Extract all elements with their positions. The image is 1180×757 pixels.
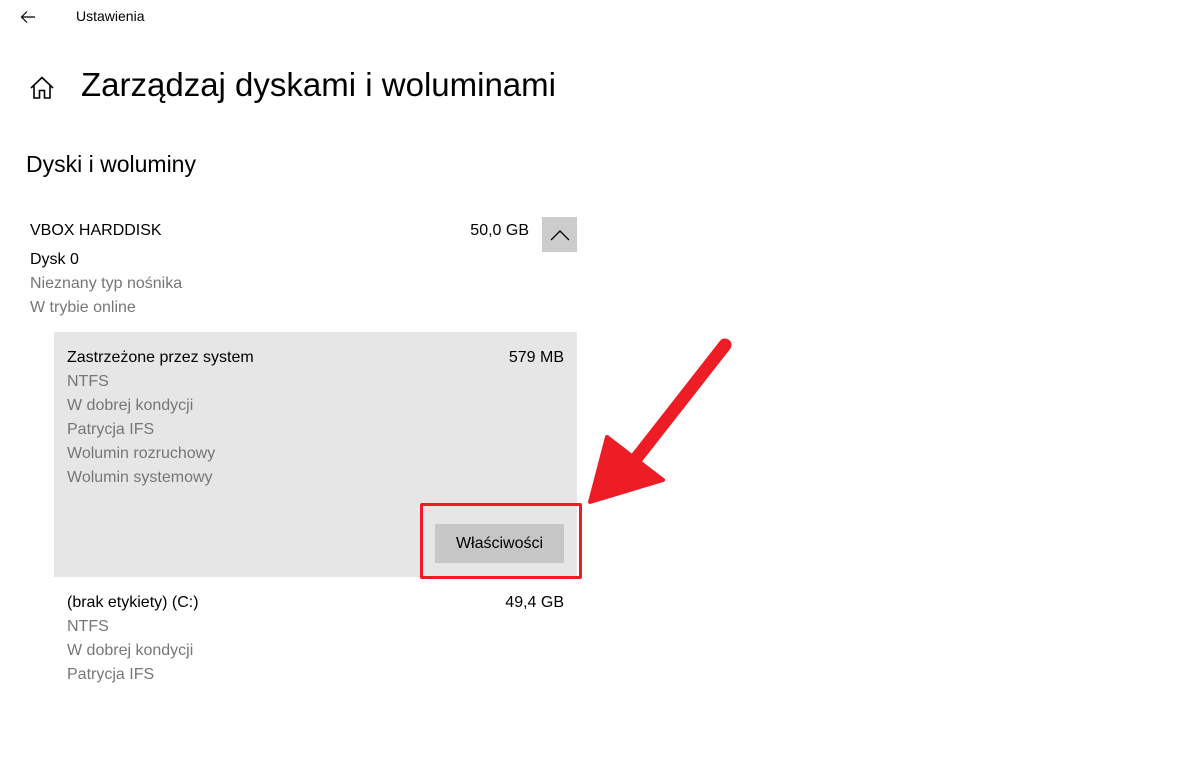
arrow-left-icon — [20, 11, 35, 23]
disk-name: VBOX HARDDISK — [30, 222, 162, 239]
volume-name: (brak etykiety) (C:) — [67, 594, 199, 611]
volume-name: Zastrzeżone przez system — [67, 349, 254, 366]
page-title: Zarządzaj dyskami i woluminami — [81, 66, 556, 103]
disk-size: 50,0 GB — [470, 222, 529, 239]
disk-number: Dysk 0 — [30, 251, 79, 268]
volume-filesystem: NTFS — [67, 373, 109, 390]
volume-item-c-drive[interactable]: (brak etykiety) (C:) 49,4 GB NTFS W dobr… — [54, 590, 577, 690]
volume-partition-type: Patrycja IFS — [67, 666, 155, 683]
volume-system-flag: Wolumin systemowy — [67, 469, 213, 486]
app-title: Ustawienia — [76, 8, 145, 24]
properties-button[interactable]: Właściwości — [435, 524, 564, 563]
volume-size: 49,4 GB — [505, 594, 564, 611]
volume-health: W dobrej kondycji — [67, 397, 194, 414]
back-button[interactable] — [12, 4, 44, 30]
disk-status: W trybie online — [30, 299, 136, 316]
volume-partition-type: Patrycja IFS — [67, 421, 155, 438]
chevron-up-icon — [550, 229, 569, 240]
collapse-disk-button[interactable] — [542, 217, 577, 252]
disk-media-type: Nieznany typ nośnika — [30, 275, 183, 292]
red-arrow-icon — [588, 338, 732, 504]
volume-size: 579 MB — [508, 349, 564, 366]
volume-item-system-reserved[interactable]: Zastrzeżone przez system 579 MB NTFS W d… — [54, 332, 577, 577]
volume-health: W dobrej kondycji — [67, 642, 194, 659]
home-icon — [30, 76, 54, 99]
home-button[interactable] — [28, 74, 56, 102]
section-title: Dyski i woluminy — [26, 151, 196, 177]
volume-boot-flag: Wolumin rozruchowy — [67, 445, 216, 462]
volume-filesystem: NTFS — [67, 618, 109, 635]
